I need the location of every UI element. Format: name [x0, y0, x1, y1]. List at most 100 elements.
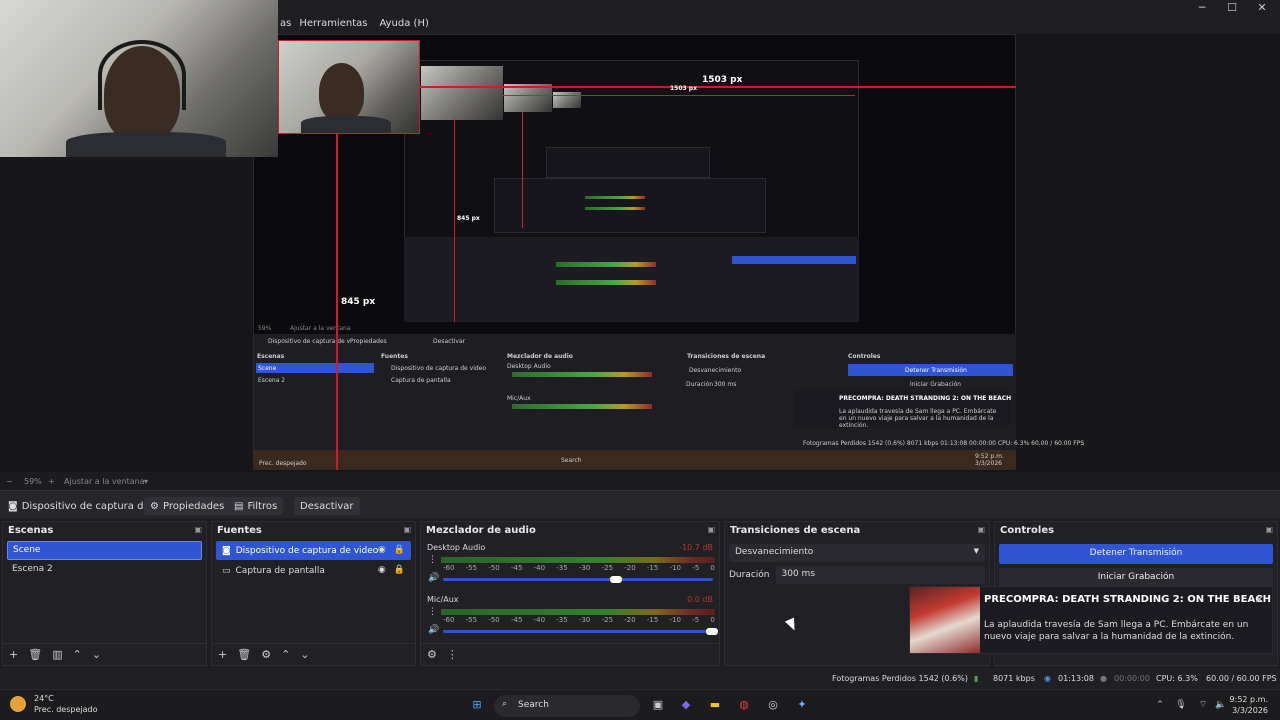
task-view-icon[interactable]: ▣ [650, 697, 666, 713]
chevron-up-icon[interactable]: ⌃ [281, 648, 290, 661]
eye-icon[interactable]: ◉ [378, 545, 386, 555]
source-item-screen-capture[interactable]: ▭ Captura de pantalla ◉ 🔒 [216, 561, 411, 580]
width-label: 1503 px [702, 75, 743, 85]
scene-item-scene[interactable]: Scene [7, 541, 202, 560]
scale-tick: -10 [669, 564, 681, 572]
captured-mic: Mic/Aux [507, 395, 531, 402]
add-icon[interactable]: + [218, 648, 227, 661]
speaker-icon[interactable]: 🔊 [428, 573, 439, 583]
taskbar-search[interactable]: ⌕ Search [494, 695, 640, 717]
captured-scene-2: Escena 2 [258, 377, 286, 384]
maximize-button[interactable]: ☐ [1217, 1, 1247, 14]
scene-item-escena-2[interactable]: Escena 2 [7, 561, 202, 580]
volume-knob[interactable] [610, 576, 622, 583]
record-icon: ● [1100, 674, 1107, 683]
scale-tick: -40 [533, 564, 546, 572]
dock-menu-icon[interactable]: ▣ [707, 525, 715, 534]
menu-item-partial[interactable]: as [280, 18, 291, 29]
chevron-down-icon[interactable]: ▾ [144, 477, 148, 486]
properties-button[interactable]: ⚙ Propiedades [144, 497, 231, 515]
chevron-up-icon[interactable]: ⌃ [73, 648, 82, 661]
more-icon[interactable]: ⋮ [447, 648, 458, 661]
windows-start-icon[interactable]: ⊞ [469, 697, 485, 713]
deactivate-button[interactable]: Desactivar [294, 497, 360, 515]
mixer-channel-desktop: Desktop Audio -10.7 dB ⋮ -60 -55 -50 -45 -40… [425, 540, 715, 592]
menu-item-tools[interactable]: Herramientas [299, 18, 367, 29]
selection-box[interactable] [278, 40, 420, 134]
clock[interactable]: 9:52 p.m. 3/3/2026 [1230, 694, 1268, 716]
trash-icon[interactable]: 🗑 [28, 648, 42, 661]
start-recording-button[interactable]: Iniciar Grabación [999, 568, 1273, 588]
toast-notification[interactable]: PRECOMPRA: DEATH STRANDING 2: ON THE BEA… [909, 586, 1273, 654]
controls-title: Controles ▣ [995, 522, 1277, 540]
dock-menu-icon[interactable]: ▣ [403, 525, 411, 534]
channel-db: -10.7 dB [679, 543, 713, 552]
stop-stream-button[interactable]: Detener Transmisión [999, 544, 1273, 564]
speaker-icon[interactable]: 🔊 [428, 625, 439, 635]
steam-icon[interactable]: ✦ [794, 697, 810, 713]
folder-icon[interactable]: ▬ [707, 697, 723, 713]
duration-input[interactable]: 300 ms [775, 566, 985, 584]
zoom-fit-select[interactable]: Ajustar a la ventana [64, 477, 145, 486]
source-item-video-capture[interactable]: ◙ Dispositivo de captura de video ◉ 🔒 [216, 541, 411, 560]
filter-icon: ▤ [234, 500, 244, 512]
person-head [104, 46, 180, 142]
chevron-down-icon[interactable]: ⌄ [92, 648, 101, 661]
nested-capture-3 [546, 147, 710, 178]
cpu-usage: CPU: 6.3% [1156, 674, 1198, 683]
toast-title: PRECOMPRA: DEATH STRANDING 2: ON THE BEA… [984, 594, 1271, 605]
captured-fit: Ajustar a la ventana [290, 325, 351, 332]
controls-title-label: Controles [1000, 525, 1055, 536]
chevron-down-icon[interactable]: ⌄ [300, 648, 309, 661]
transition-select[interactable]: Desvanecimiento ▼ [729, 544, 985, 562]
nested-width-label: 1503 px [670, 85, 697, 92]
close-button[interactable]: ✕ [1247, 1, 1277, 14]
nested-capture-2 [494, 178, 766, 233]
webcam-feed-nested [421, 66, 503, 120]
gear-icon: ⚙ [150, 500, 159, 512]
volume-knob[interactable] [706, 628, 718, 635]
filter-icon[interactable]: ▥ [52, 648, 62, 661]
gear-icon[interactable]: ⚙ [261, 648, 271, 661]
microphone-icon[interactable]: 🎙 [1173, 697, 1189, 713]
volume-slider[interactable] [443, 578, 713, 581]
zoom-out-button[interactable]: − [6, 477, 13, 486]
captured-controls-title: Controles [848, 353, 881, 360]
wifi-icon[interactable]: ⌔ [1195, 697, 1211, 713]
height-guide-line [336, 134, 338, 470]
chrome-icon[interactable]: ◍ [736, 697, 752, 713]
volume-icon[interactable]: 🔈 [1213, 697, 1229, 713]
more-icon[interactable]: ⋮ [428, 607, 437, 617]
menu-item-help[interactable]: Ayuda (H) [379, 18, 428, 29]
eye-icon[interactable]: ◉ [378, 565, 386, 575]
dock-menu-icon[interactable]: ▣ [1265, 525, 1273, 534]
lock-icon[interactable]: 🔒 [394, 565, 405, 575]
menu-bar: as Herramientas Ayuda (H) [280, 18, 429, 29]
more-icon[interactable]: ⋮ [428, 555, 437, 565]
minimize-button[interactable]: ─ [1187, 1, 1217, 14]
scale-tick: -55 [465, 616, 478, 624]
signal-icon: ▮ [974, 674, 979, 683]
dock-menu-icon[interactable]: ▣ [194, 525, 202, 534]
captured-fade: Desvanecimiento [689, 367, 742, 374]
close-icon[interactable]: ✕ [1255, 593, 1264, 606]
scenes-title-label: Escenas [8, 525, 54, 536]
trash-icon[interactable]: 🗑 [237, 648, 251, 661]
gear-icon[interactable]: ⚙ [427, 648, 437, 661]
scale-tick: -45 [510, 564, 523, 572]
zoom-value: 59% [24, 477, 42, 486]
volume-slider[interactable] [443, 630, 713, 633]
add-icon[interactable]: + [9, 648, 18, 661]
captured-scene-1: Scene [258, 365, 277, 372]
obs-icon[interactable]: ◎ [765, 697, 781, 713]
lock-icon[interactable]: 🔒 [394, 545, 405, 555]
webcam-feed-nested [504, 84, 552, 112]
filters-button[interactable]: ▤ Filtros [228, 497, 284, 515]
zoom-in-button[interactable]: + [48, 477, 55, 486]
scale-tick: -15 [646, 564, 659, 572]
copilot-icon[interactable]: ◆ [678, 697, 694, 713]
scale-tick: -40 [533, 616, 546, 624]
nested-height-label: 845 px [457, 215, 480, 222]
chevron-up-icon[interactable]: ⌃ [1152, 697, 1168, 713]
dock-menu-icon[interactable]: ▣ [977, 525, 985, 534]
